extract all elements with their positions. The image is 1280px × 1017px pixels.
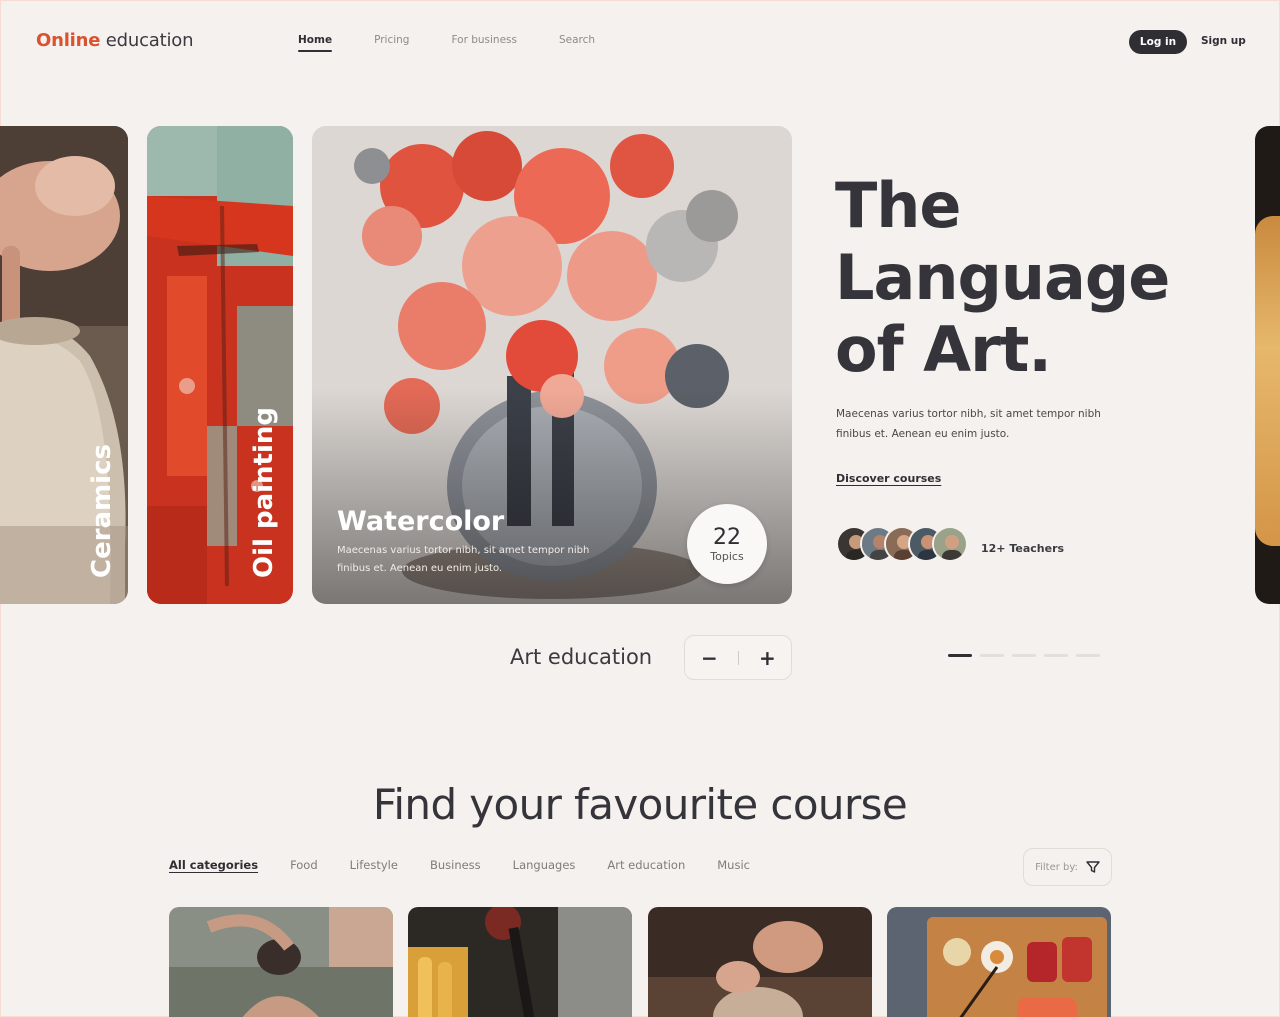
login-button[interactable]: Log in [1129,30,1187,54]
hero-title: The Language of Art. [835,169,1170,386]
tab-languages[interactable]: Languages [513,858,576,872]
hero-title-line-2: Language [835,241,1170,314]
signup-link[interactable]: Sign up [1201,35,1246,47]
course-card-yoga[interactable] [169,907,393,1017]
yoga-image [169,907,393,1017]
section-title: Find your favourite course [372,780,908,829]
stepper-divider [737,650,739,665]
pagination-dot[interactable] [1012,654,1036,657]
tab-food[interactable]: Food [290,858,318,872]
logo-brand: Online [36,30,101,51]
pagination-dot[interactable] [980,654,1004,657]
category-tabs: All categories Food Lifestyle Business L… [169,858,782,872]
topics-count: 22 [713,524,741,550]
course-card-cooking[interactable] [408,907,632,1017]
nav-home[interactable]: Home [298,34,333,52]
teachers-count: 12+ Teachers [981,542,1065,555]
tab-art-education[interactable]: Art education [607,858,685,872]
pottery-image [648,907,872,1017]
tab-lifestyle[interactable]: Lifestyle [350,858,398,872]
filter-button[interactable]: Filter by: [1023,848,1112,886]
filter-icon [1086,861,1100,873]
oil-painting-label: Oil painting [249,406,279,578]
discover-courses-link[interactable]: Discover courses [836,472,941,485]
course-card-ceramics[interactable]: Ceramics [0,126,128,604]
hero-description: Maecenas varius tortor nibh, sit amet te… [836,408,1101,440]
ceramics-label: Ceramics [87,444,117,578]
course-card-watercolor[interactable]: Watercolor Maecenas varius tortor nibh, … [312,126,792,604]
pagination-dot[interactable] [1076,654,1100,657]
pagination-dot[interactable] [948,654,972,657]
next-card-image [1255,216,1280,546]
teacher-avatars[interactable] [836,526,968,562]
tab-business[interactable]: Business [430,858,481,872]
carousel-stepper: − + [684,635,792,680]
course-card-sushi[interactable] [887,907,1111,1017]
previous-button[interactable]: − [701,646,718,670]
course-card-pottery[interactable] [648,907,872,1017]
site-header: Online education Home Pricing For busine… [0,0,1280,84]
topics-label: Topics [710,549,744,563]
course-card-oil-painting[interactable]: Oil painting [147,126,293,604]
nav-search[interactable]: Search [559,34,595,52]
watercolor-description: Maecenas varius tortor nibh, sit amet te… [337,545,590,574]
next-button[interactable]: + [759,646,776,670]
tab-music[interactable]: Music [717,858,750,872]
tab-all-categories[interactable]: All categories [169,858,258,872]
hero-title-line-1: The [835,169,961,242]
nav-for-business[interactable]: For business [451,34,517,52]
filter-label: Filter by: [1035,861,1078,873]
pagination-dot[interactable] [1044,654,1068,657]
current-category-label: Art education [510,645,653,669]
cooking-image [408,907,632,1017]
logo[interactable]: Online education [36,30,194,51]
carousel-pagination [948,654,1100,657]
avatar [932,526,968,562]
nav-pricing[interactable]: Pricing [374,34,409,52]
main-nav: Home Pricing For business Search [298,34,637,52]
watercolor-title: Watercolor [337,506,505,537]
course-card-next[interactable] [1255,126,1280,604]
hero-title-line-3: of Art. [835,313,1052,386]
sushi-image [887,907,1111,1017]
topics-badge: 22 Topics [687,504,767,584]
logo-rest: education [100,30,194,51]
